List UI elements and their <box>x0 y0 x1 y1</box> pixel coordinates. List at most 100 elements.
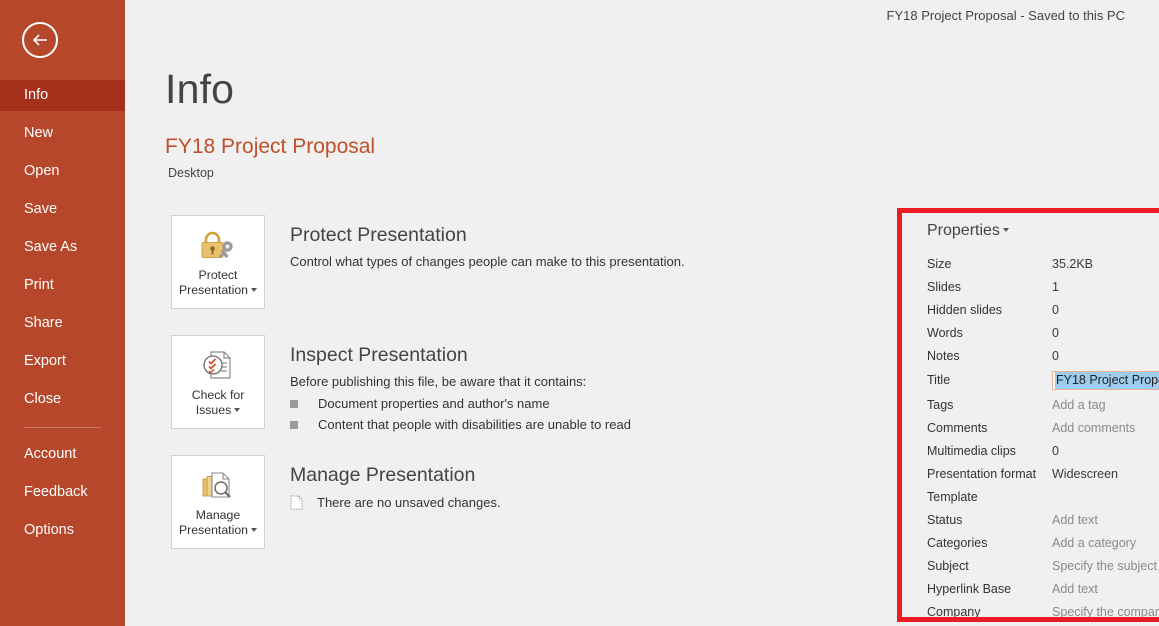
square-bullet-icon <box>290 399 298 408</box>
property-row-presentation-format: Presentation format Widescreen <box>927 462 1159 485</box>
property-value[interactable]: Add text <box>1052 582 1098 596</box>
property-value: 0 <box>1052 302 1059 317</box>
property-label: Title <box>927 373 951 387</box>
inspect-section-body: Inspect Presentation Before publishing t… <box>290 335 790 432</box>
manage-section-title: Manage Presentation <box>290 464 476 486</box>
title-input-selected-text: FY18 Project Proposal <box>1055 372 1159 389</box>
property-row-comments: Comments Add comments <box>927 416 1159 439</box>
property-label: Company <box>927 604 981 619</box>
title-input[interactable]: FY18 Project Proposal <box>1052 371 1159 390</box>
chevron-down-icon[interactable] <box>251 528 258 533</box>
protect-button-label-line2: Presentation <box>178 283 249 297</box>
property-value[interactable]: Add a category <box>1052 536 1136 550</box>
sidebar-item-label: Save <box>24 201 58 217</box>
property-row-hyperlink-base: Hyperlink Base Add text <box>927 577 1159 600</box>
sidebar-item-options[interactable]: Options <box>0 515 125 546</box>
properties-header-label: Properties <box>927 222 1000 239</box>
sidebar-item-feedback[interactable]: Feedback <box>0 477 125 508</box>
square-bullet-icon <box>290 420 298 429</box>
file-name-label: FY18 Project Proposal <box>165 135 376 158</box>
sidebar-item-label: Info <box>24 87 49 103</box>
manage-status-row: There are no unsaved changes. <box>290 495 790 510</box>
property-value[interactable]: Add text <box>1052 513 1098 527</box>
sidebar-item-label: New <box>24 125 54 141</box>
sidebar-item-close[interactable]: Close <box>0 384 125 415</box>
property-row-subject: Subject Specify the subject <box>927 554 1159 577</box>
sidebar-item-label: Share <box>24 315 63 331</box>
inspect-section-title: Inspect Presentation <box>290 344 468 366</box>
property-label: Status <box>927 512 963 527</box>
property-value[interactable]: Add a tag <box>1052 398 1106 412</box>
manage-button-label: Manage Presentation <box>172 508 264 538</box>
inspect-bullet-label: Document properties and author's name <box>318 396 550 411</box>
chevron-down-icon[interactable] <box>1002 228 1009 233</box>
inspect-bullet-label: Content that people with disabilities ar… <box>318 417 631 432</box>
property-row-words: Words 0 <box>927 321 1159 344</box>
property-label: Slides <box>927 279 962 294</box>
check-issues-button-label: Check for Issues <box>172 388 264 418</box>
sidebar-item-account[interactable]: Account <box>0 439 125 470</box>
protect-section-body: Protect Presentation Control what types … <box>290 215 790 270</box>
chevron-down-icon[interactable] <box>251 288 258 293</box>
property-value: 1 <box>1052 279 1059 294</box>
sidebar-nav: Info New Open Save Save As Print Share E… <box>0 80 125 546</box>
sidebar-item-new[interactable]: New <box>0 118 125 149</box>
property-value: 0 <box>1052 443 1059 458</box>
lock-key-icon <box>172 224 264 266</box>
document-status-label: FY18 Project Proposal - Saved to this PC <box>886 8 1125 23</box>
protect-presentation-button[interactable]: Protect Presentation <box>171 215 265 309</box>
sidebar-item-export[interactable]: Export <box>0 346 125 377</box>
property-value[interactable]: Specify the subject <box>1052 559 1157 573</box>
sidebar-item-print[interactable]: Print <box>0 270 125 301</box>
property-row-status: Status Add text <box>927 508 1159 531</box>
sidebar-item-label: Feedback <box>24 484 88 500</box>
manage-section-body: Manage Presentation There are no unsaved… <box>290 455 790 510</box>
protect-button-label-line1: Protect <box>198 268 238 282</box>
document-check-icon <box>172 344 264 386</box>
property-row-notes: Notes 0 <box>927 344 1159 367</box>
dotted-document-icon <box>290 495 303 510</box>
sidebar-item-save[interactable]: Save <box>0 194 125 225</box>
chevron-down-icon[interactable] <box>234 408 241 413</box>
property-value: 0 <box>1052 325 1059 340</box>
property-label: Subject <box>927 558 969 573</box>
property-row-template: Template <box>927 485 1159 508</box>
property-label: Template <box>927 489 978 504</box>
property-row-tags: Tags Add a tag <box>927 393 1159 416</box>
sidebar-item-label: Print <box>24 277 54 293</box>
manage-status-label: There are no unsaved changes. <box>317 495 501 510</box>
manage-button-label-line1: Manage <box>195 508 241 522</box>
property-label: Multimedia clips <box>927 443 1016 458</box>
property-label: Tags <box>927 397 954 412</box>
property-value[interactable]: Add comments <box>1052 421 1135 435</box>
property-row-categories: Categories Add a category <box>927 531 1159 554</box>
manage-presentation-button[interactable]: Manage Presentation <box>171 455 265 549</box>
sidebar-item-save-as[interactable]: Save As <box>0 232 125 263</box>
protect-section-title: Protect Presentation <box>290 224 467 246</box>
file-path-label: Desktop <box>168 166 214 180</box>
sidebar-item-label: Save As <box>24 239 78 255</box>
sidebar-item-label: Account <box>24 446 77 462</box>
manage-button-label-line2: Presentation <box>178 523 249 537</box>
properties-panel: Properties Size 35.2KB Slides 1 Hidden s… <box>927 222 1159 623</box>
page-title: Info <box>165 66 235 112</box>
sidebar-item-label: Open <box>24 163 60 179</box>
sidebar-item-open[interactable]: Open <box>0 156 125 187</box>
inspect-bullet-item: Content that people with disabilities ar… <box>290 417 790 432</box>
powerpoint-backstage-info: Info New Open Save Save As Print Share E… <box>0 0 1159 626</box>
back-button[interactable] <box>22 22 58 58</box>
sidebar-item-share[interactable]: Share <box>0 308 125 339</box>
inspect-bullet-item: Document properties and author's name <box>290 396 790 411</box>
sidebar-item-info[interactable]: Info <box>0 80 125 111</box>
check-for-issues-button[interactable]: Check for Issues <box>171 335 265 429</box>
property-value[interactable]: Specify the company <box>1052 605 1159 619</box>
properties-header[interactable]: Properties <box>927 222 1159 240</box>
sidebar-divider <box>24 427 101 428</box>
property-row-company: Company Specify the company <box>927 600 1159 623</box>
